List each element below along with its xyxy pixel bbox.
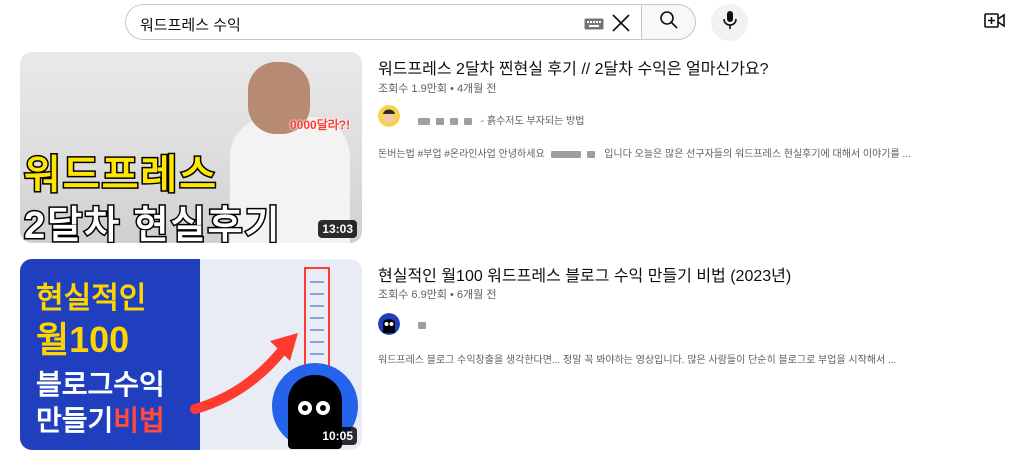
thumbnail-title-line1: 워드프레스: [23, 152, 218, 199]
channel-avatar[interactable]: [378, 105, 400, 127]
thumbnail-title-line2: 월100: [36, 319, 130, 360]
video-meta: 조회수 1.9만회 • 4개월 전: [378, 80, 496, 96]
video-meta: 조회수 6.9만회 • 6개월 전: [378, 286, 496, 302]
table-row-mark: [310, 293, 324, 295]
video-title[interactable]: 워드프레스 2달차 찐현실 후기 // 2달차 수익은 얼마신가요?: [378, 55, 769, 79]
table-row-mark: [310, 353, 324, 355]
table-row-mark: [310, 305, 324, 307]
video-thumbnail[interactable]: 0000달라?! 워드프레스 2달차 현실후기 13:03: [20, 52, 362, 243]
thumbnail-title-line4b: 비법: [113, 405, 165, 436]
thumbnail-title-line4a: 만들기: [36, 405, 114, 436]
keyboard-icon[interactable]: [584, 17, 604, 35]
thumbnail-title-line4: 만들기비법: [36, 399, 165, 439]
video-description: 돈버는법 #부업 #온라인사업 안녕하세요 입니다 오늘은 많은 선구자들의 워…: [378, 145, 911, 160]
video-title[interactable]: 현실적인 월100 워드프레스 블로그 수익 만들기 비법 (2023년): [378, 262, 791, 286]
search-input[interactable]: 워드프레스 수익: [125, 4, 642, 40]
table-row-mark: [310, 317, 324, 319]
video-thumbnail[interactable]: 현실적인 월100 블로그수익 만들기비법 10:05: [20, 259, 362, 450]
description-end: 입니다 오늘은 많은 선구자들의 워드프레스 현실후기에 대해서 이야기를 ..…: [604, 149, 911, 160]
description-start: 돈버는법 #부업 #온라인사업 안녕하세요: [378, 149, 545, 160]
table-row-mark: [310, 341, 324, 343]
search-query[interactable]: 워드프레스 수익: [140, 14, 241, 35]
channel-avatar[interactable]: [378, 313, 400, 335]
search-button[interactable]: [641, 4, 696, 40]
microphone-icon: [722, 10, 738, 35]
channel-suffix: - 흙수저도 부자되는 방법: [480, 116, 585, 127]
table-row-mark: [310, 281, 324, 283]
view-count: 조회수 1.9만회: [378, 83, 447, 95]
create-video-icon[interactable]: [984, 12, 1006, 35]
view-count: 조회수 6.9만회: [378, 289, 447, 301]
clear-icon[interactable]: [610, 12, 632, 39]
voice-search-button[interactable]: [711, 4, 748, 41]
thumbnail-red-text: 0000달라?!: [290, 118, 351, 132]
table-row-mark: [310, 329, 324, 331]
meta-separator: •: [450, 83, 454, 95]
channel-name[interactable]: [418, 320, 432, 331]
upload-age: 6개월 전: [456, 289, 497, 301]
duration-badge: 13:03: [318, 220, 357, 238]
video-description: 워드프레스 블로그 수익창출을 생각한다면... 정말 꼭 봐야하는 영상입니다…: [378, 355, 897, 366]
upload-age: 4개월 전: [456, 83, 497, 95]
channel-name[interactable]: - 흙수저도 부자되는 방법: [418, 112, 584, 127]
thumbnail-title-line2: 2달차 현실후기: [22, 204, 282, 244]
duration-badge: 10:05: [318, 427, 357, 445]
meta-separator: •: [450, 289, 454, 301]
thumbnail-title-line3: 블로그수익: [36, 369, 165, 400]
search-icon: [659, 10, 679, 35]
